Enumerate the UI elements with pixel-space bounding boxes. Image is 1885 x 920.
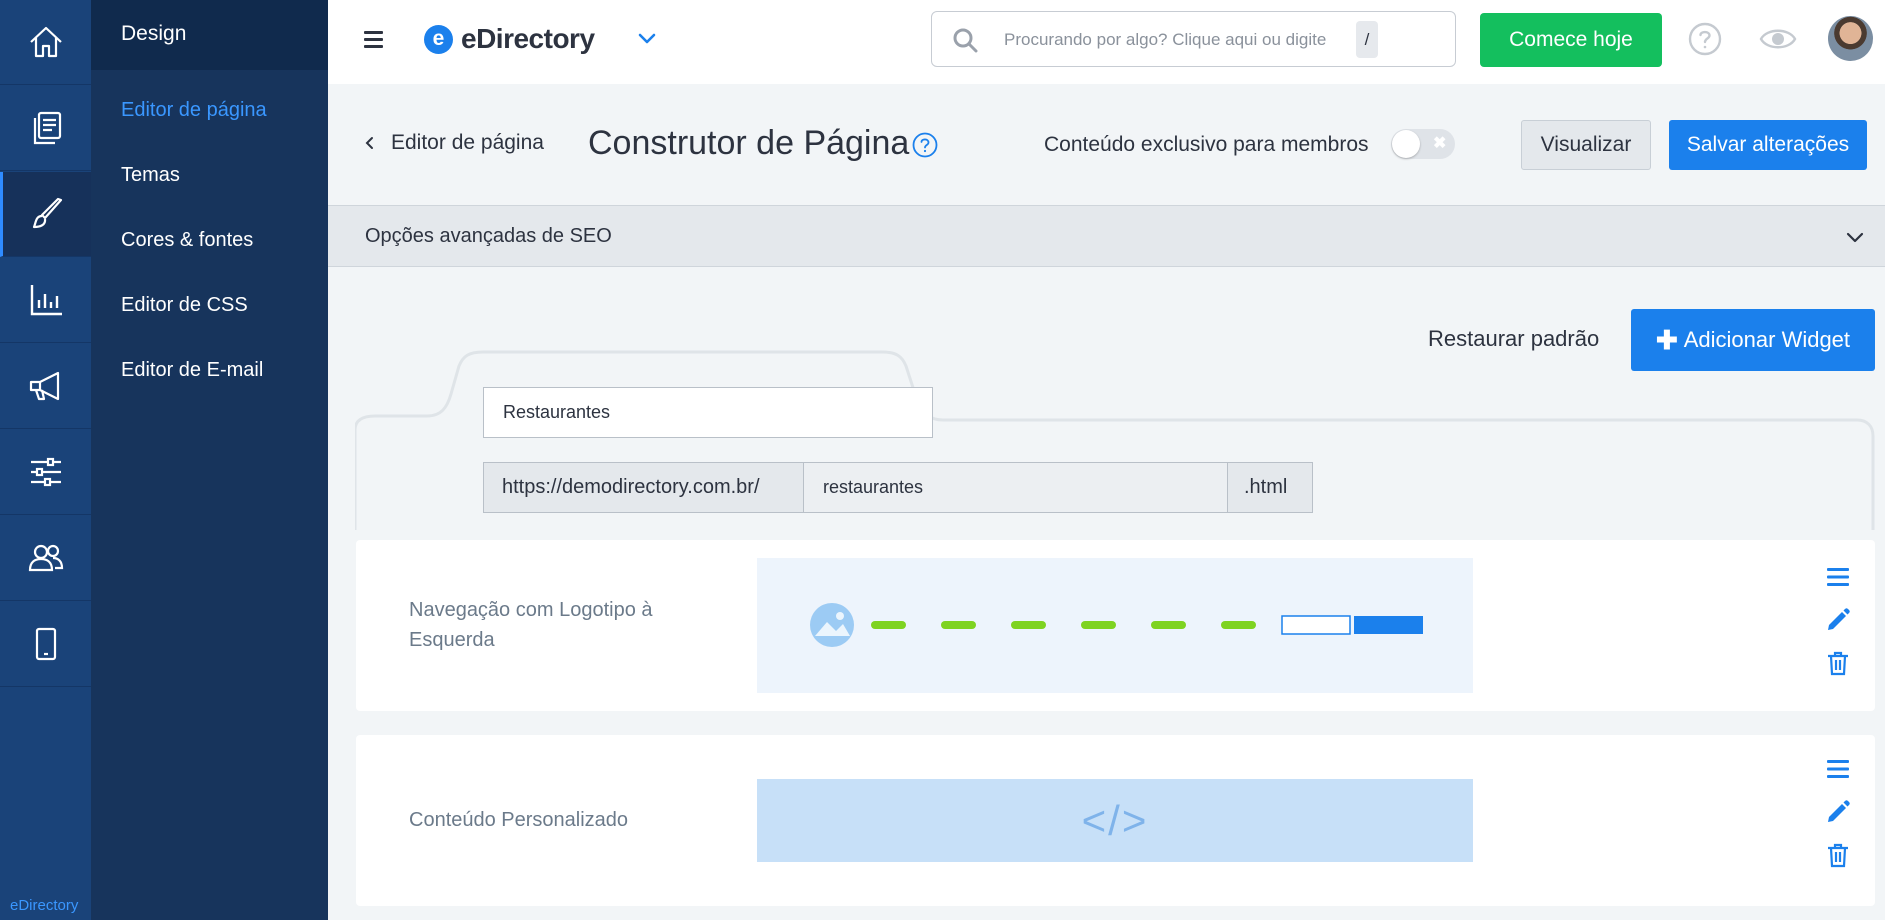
drag-handle-icon[interactable] — [1825, 564, 1851, 590]
custom-content-preview: </> — [757, 779, 1473, 862]
edit-pencil-icon[interactable] — [1825, 607, 1851, 633]
toggle-knob — [1392, 130, 1420, 158]
users-icon — [28, 544, 63, 572]
chevron-left-icon — [365, 137, 373, 149]
search-input[interactable]: Procurando por algo? Clique aqui ou digi… — [931, 11, 1456, 67]
chevron-down-icon — [1846, 232, 1864, 243]
submenu-item-email-editor[interactable]: Editor de E-mail — [91, 338, 328, 403]
sliders-icon — [30, 457, 61, 487]
drag-handle-icon[interactable] — [1825, 756, 1851, 782]
start-today-button[interactable]: Comece hoje — [1480, 13, 1662, 67]
navigation-preview — [757, 558, 1473, 693]
megaphone-icon — [29, 371, 59, 401]
search-placeholder: Procurando por algo? Clique aqui ou digi… — [1004, 30, 1327, 49]
mobile-icon — [35, 627, 56, 661]
widget-actions — [1825, 756, 1853, 885]
rail-pages[interactable] — [0, 86, 91, 171]
page-name-input[interactable]: Restaurantes — [483, 387, 933, 438]
rail-users[interactable] — [0, 516, 91, 601]
home-icon — [29, 26, 62, 58]
submenu-item-page-editor[interactable]: Editor de página — [91, 78, 328, 143]
navigation-thumbnail — [810, 603, 1423, 647]
rail-brand[interactable]: eDirectory — [10, 897, 78, 914]
chart-icon — [30, 285, 62, 316]
url-suffix: .html — [1228, 463, 1312, 512]
help-icon[interactable] — [912, 132, 938, 158]
rail-promote[interactable] — [0, 344, 91, 429]
chevron-down-icon[interactable] — [636, 28, 658, 50]
search-shortcut-key: / — [1356, 21, 1378, 58]
widget-card: Navegação com Logotipo à Esquerda — [356, 540, 1875, 711]
top-bar: e eDirectory Procurando por algo? Clique… — [328, 0, 1885, 84]
user-avatar[interactable] — [1828, 16, 1873, 61]
logo[interactable]: e eDirectory — [424, 23, 595, 55]
submenu-title: Design — [91, 0, 328, 70]
rail-settings[interactable] — [0, 430, 91, 515]
preview-button[interactable]: Visualizar — [1521, 120, 1651, 170]
back-link-label: Editor de página — [391, 131, 544, 154]
trash-icon[interactable] — [1825, 842, 1851, 868]
paintbrush-icon — [32, 197, 63, 229]
search-icon — [953, 28, 978, 53]
hamburger-menu-icon[interactable] — [364, 31, 383, 49]
rail-design[interactable] — [0, 172, 91, 257]
rail-home[interactable] — [0, 0, 91, 85]
save-changes-button[interactable]: Salvar alterações — [1669, 120, 1867, 170]
page-url-field: https://demodirectory.com.br/ restaurant… — [483, 462, 1313, 513]
design-submenu: Design Editor de página Temas Cores & fo… — [91, 0, 328, 920]
members-only-label: Conteúdo exclusivo para membros — [1044, 133, 1369, 156]
edit-pencil-icon[interactable] — [1825, 799, 1851, 825]
widget-card: Conteúdo Personalizado </> — [356, 735, 1875, 906]
logo-text: eDirectory — [461, 23, 595, 54]
logo-mark: e — [424, 24, 453, 54]
rail-mobile[interactable] — [0, 602, 91, 687]
widget-actions — [1825, 564, 1853, 693]
seo-options-accordion[interactable]: Opções avançadas de SEO — [328, 205, 1885, 267]
eye-icon[interactable] — [1758, 22, 1798, 56]
url-slug-input[interactable]: restaurantes — [804, 463, 1228, 512]
close-icon: ✖ — [1433, 135, 1447, 152]
back-link[interactable]: Editor de página — [363, 131, 544, 155]
rail-reports[interactable] — [0, 258, 91, 343]
trash-icon[interactable] — [1825, 650, 1851, 676]
pages-icon — [33, 111, 61, 145]
page-title: Construtor de Página — [588, 124, 910, 162]
widget-label: Navegação com Logotipo à Esquerda — [409, 599, 653, 651]
help-icon[interactable] — [1688, 22, 1722, 56]
seo-options-label: Opções avançadas de SEO — [365, 225, 612, 247]
url-prefix: https://demodirectory.com.br/ — [484, 463, 804, 512]
members-only-toggle[interactable]: ✖ — [1391, 129, 1455, 159]
restore-default-link[interactable]: Restaurar padrão — [1428, 326, 1599, 352]
submenu-item-css-editor[interactable]: Editor de CSS — [91, 273, 328, 338]
submenu-item-themes[interactable]: Temas — [91, 143, 328, 208]
widget-label: Conteúdo Personalizado — [409, 809, 629, 831]
submenu-item-colors-fonts[interactable]: Cores & fontes — [91, 208, 328, 273]
page-header: Editor de página Construtor de Página Co… — [328, 84, 1885, 205]
icon-rail: eDirectory — [0, 0, 91, 920]
